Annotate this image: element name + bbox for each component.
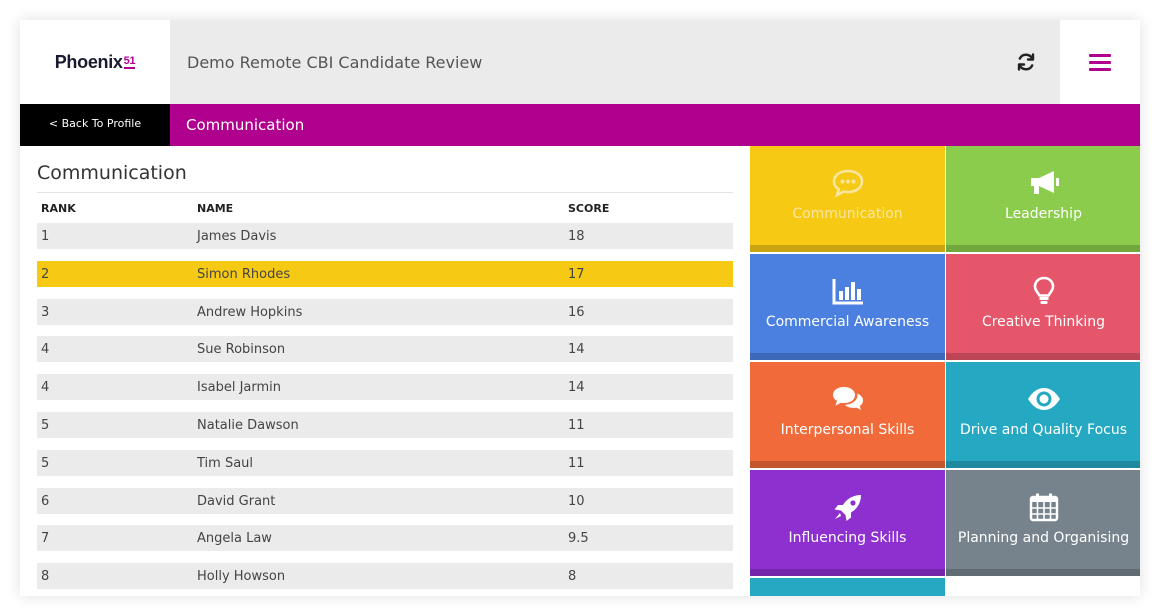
eye-icon [1025, 382, 1063, 416]
refresh-icon[interactable] [1014, 50, 1038, 74]
rank-cell: 5 [41, 455, 50, 471]
back-to-profile-button[interactable]: < Back To Profile [20, 104, 170, 146]
score-cell: 16 [568, 304, 585, 320]
tile-influencing-skills[interactable]: Influencing Skills [750, 470, 945, 576]
name-cell: Angela Law [197, 531, 272, 547]
score-cell: 14 [568, 380, 585, 396]
table-header: RANK NAME SCORE [37, 202, 733, 218]
sub-header: < Back To Profile Communication [20, 104, 1140, 146]
header-rank: RANK [41, 202, 76, 215]
tile-partial[interactable] [750, 578, 945, 596]
rank-cell: 4 [41, 380, 50, 396]
speech-bubble-icon [829, 166, 867, 200]
hamburger-icon [1089, 50, 1111, 75]
tile-label: Commercial Awareness [765, 314, 930, 330]
tile-label: Drive and Quality Focus [959, 422, 1128, 438]
page-title: Demo Remote CBI Candidate Review [187, 52, 483, 72]
menu-button[interactable] [1060, 20, 1140, 104]
tile-bottom-bar [750, 353, 945, 360]
calendar-icon [1025, 490, 1063, 524]
score-cell: 11 [568, 417, 585, 433]
score-cell: 9.5 [568, 531, 589, 547]
tile-bottom-bar [750, 569, 945, 576]
app-window: Phoenix 51 Demo Remote CBI Candidate Revi… [20, 20, 1140, 596]
score-cell: 17 [568, 266, 585, 282]
competency-tiles: Communication Leadership Commercial Awar… [750, 146, 1140, 596]
logo-text: Phoenix [54, 51, 123, 72]
tile-interpersonal-skills[interactable]: Interpersonal Skills [750, 362, 945, 468]
tile-label: Influencing Skills [788, 530, 907, 546]
table-row[interactable]: 3 Andrew Hopkins 16 [37, 298, 733, 325]
rank-cell: 5 [41, 417, 50, 433]
tile-communication[interactable]: Communication [750, 146, 945, 252]
megaphone-icon [1025, 166, 1063, 200]
header-score: SCORE [568, 202, 610, 215]
table-row[interactable]: 5 Natalie Dawson 11 [37, 411, 733, 438]
name-cell: Natalie Dawson [197, 417, 299, 433]
name-cell: Tim Saul [197, 455, 254, 471]
rank-cell: 8 [41, 569, 50, 585]
table-row[interactable]: 6 David Grant 10 [37, 487, 733, 514]
table-row[interactable]: 5 Tim Saul 11 [37, 449, 733, 476]
header-name: NAME [197, 202, 234, 215]
table-row-highlighted[interactable]: 2 Simon Rhodes 17 [37, 260, 733, 287]
tile-bottom-bar [946, 245, 1140, 252]
score-cell: 18 [568, 229, 585, 244]
tile-label: Planning and Organising [957, 530, 1130, 546]
name-cell: Isabel Jarmin [197, 380, 281, 396]
name-cell: James Davis [197, 229, 277, 244]
panel-title: Communication [37, 162, 187, 184]
tile-label: Interpersonal Skills [780, 422, 915, 438]
tile-bottom-bar [946, 353, 1140, 360]
header: Phoenix 51 Demo Remote CBI Candidate Revi… [20, 20, 1140, 104]
name-cell: Andrew Hopkins [197, 304, 303, 320]
table-row[interactable]: 4 Sue Robinson 14 [37, 336, 733, 363]
title-bar: Demo Remote CBI Candidate Review [170, 20, 1060, 104]
tile-leadership[interactable]: Leadership [946, 146, 1140, 252]
tile-bottom-bar [946, 461, 1140, 468]
logo[interactable]: Phoenix 51 [20, 20, 170, 104]
rocket-icon [829, 490, 867, 524]
lightbulb-icon [1025, 274, 1063, 308]
score-cell: 10 [568, 493, 585, 509]
chat-bubbles-icon [829, 382, 867, 416]
score-cell: 14 [568, 342, 585, 358]
table-row[interactable]: 7 Angela Law 9.5 [37, 525, 733, 552]
rank-cell: 3 [41, 304, 50, 320]
bar-chart-icon [829, 274, 867, 308]
table-row[interactable]: 8 Holly Howson 8 [37, 563, 733, 590]
tile-label: Communication [792, 206, 903, 222]
tile-label: Leadership [1005, 206, 1082, 222]
panel-divider [37, 192, 733, 193]
tile-drive-and-quality-focus[interactable]: Drive and Quality Focus [946, 362, 1140, 468]
tile-bottom-bar [750, 245, 945, 252]
rank-cell: 6 [41, 493, 50, 509]
table-row[interactable]: 1 James Davis 18 [37, 223, 733, 249]
logo-sub: 51 [123, 55, 136, 69]
rank-cell: 7 [41, 531, 50, 547]
name-cell: Sue Robinson [197, 342, 286, 358]
rank-cell: 4 [41, 342, 50, 358]
tile-label: Creative Thinking [981, 314, 1106, 330]
tile-commercial-awareness[interactable]: Commercial Awareness [750, 254, 945, 360]
table-body: 1 James Davis 18 2 Simon Rhodes 17 3 Andrew H… [37, 223, 733, 596]
ranking-panel: Communication RANK NAME SCORE 1 James Dav… [20, 146, 750, 596]
name-cell: Holly Howson [197, 569, 286, 585]
name-cell: Simon Rhodes [197, 266, 291, 282]
tile-planning-and-organising[interactable]: Planning and Organising [946, 470, 1140, 576]
tile-bottom-bar [946, 569, 1140, 576]
table-row[interactable]: 4 Isabel Jarmin 14 [37, 374, 733, 401]
tile-creative-thinking[interactable]: Creative Thinking [946, 254, 1140, 360]
name-cell: David Grant [197, 493, 276, 509]
section-title: Communication [170, 104, 1140, 146]
score-cell: 8 [568, 569, 577, 585]
rank-cell: 1 [41, 229, 50, 244]
tile-bottom-bar [750, 461, 945, 468]
score-cell: 11 [568, 455, 585, 471]
rank-cell: 2 [41, 266, 50, 282]
